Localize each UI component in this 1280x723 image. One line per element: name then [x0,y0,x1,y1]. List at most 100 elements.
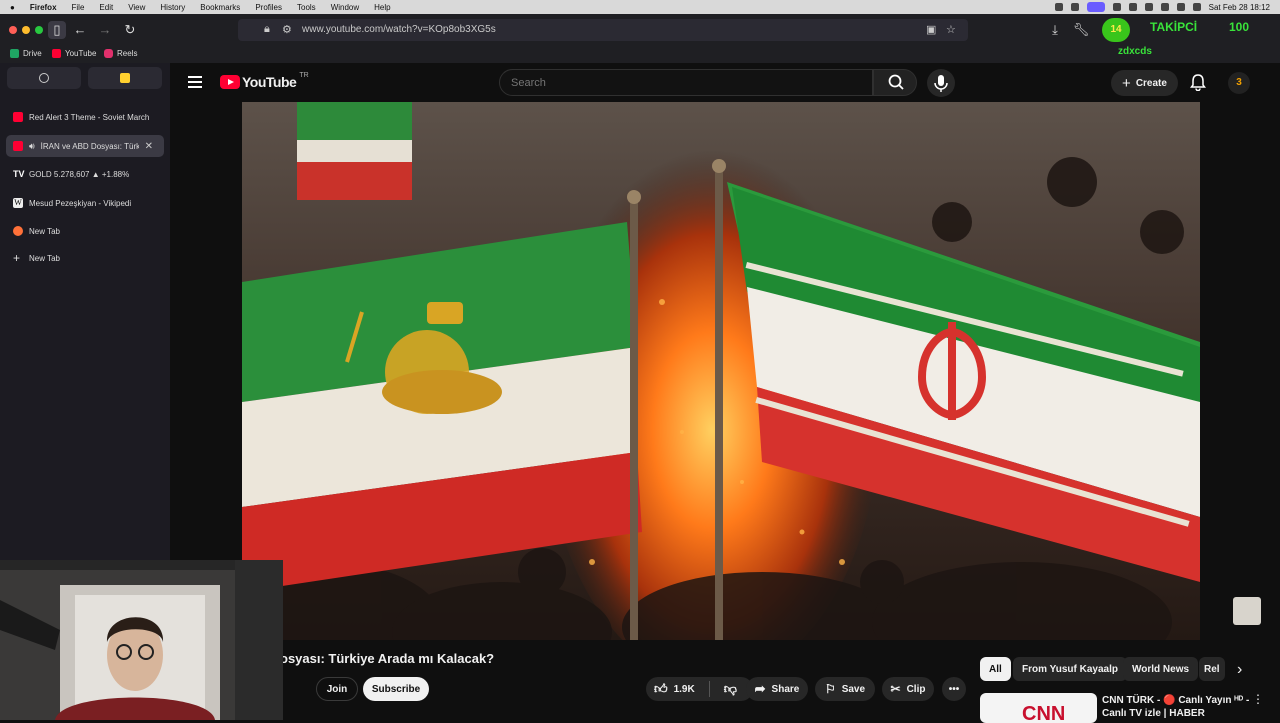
bookmark-label: YouTube [65,49,97,58]
recommendation-title[interactable]: CNN TÜRK - 🔴 Canlı Yayın ᴴᴰ - Canlı TV i… [1102,694,1252,720]
minimize-window-button[interactable] [22,26,30,34]
notifications-bell-icon[interactable] [1189,73,1207,91]
channel-corner-thumbnail[interactable] [1233,597,1261,625]
url-bar[interactable]: 🔒︎ ⚙ www.youtube.com/watch?v=KOp8ob3XG5s… [238,19,968,41]
menu-firefox[interactable]: Firefox [30,3,57,12]
chip-all[interactable]: All [980,657,1011,681]
vertical-tabs-sidebar: Red Alert 3 Theme - Soviet March 🔊︎ İRAN… [0,63,170,563]
close-window-button[interactable] [9,26,17,34]
save-button[interactable]: ⚐ Save [815,677,875,701]
tab-title: New Tab [29,253,60,263]
bookmark-star-icon[interactable]: ☆ [946,23,956,36]
menubar-clock[interactable]: Sat Feb 28 18:12 [1209,3,1270,12]
downloads-icon[interactable]: ⤓ [1046,21,1064,39]
menu-view[interactable]: View [128,3,145,12]
speaker-icon[interactable]: 🔊︎ [29,141,35,152]
menu-profiles[interactable]: Profiles [255,3,282,12]
share-arrow-icon: ➦ [754,681,766,696]
overlay-username: zdxcds [1118,46,1152,57]
status-icon[interactable] [1128,3,1137,11]
reload-icon[interactable]: ↻ [121,21,139,39]
voice-search-button[interactable] [927,69,955,97]
close-tab-icon[interactable]: ✕ [145,141,153,152]
bookmark-icon: ⚐ [824,682,836,696]
url-text[interactable]: www.youtube.com/watch?v=KOp8ob3XG5s [302,24,496,35]
sidebar-tab[interactable]: New Tab [6,220,164,242]
status-icon[interactable] [1112,3,1121,11]
status-icon[interactable] [1070,3,1079,11]
apple-menu-icon[interactable]: ● [10,3,15,12]
takipci-label: TAKİPCİ [1150,20,1198,34]
control-center-icon[interactable] [1192,3,1201,11]
video-player[interactable] [242,102,1200,640]
extension-badge[interactable]: 14 [1102,18,1130,42]
menu-history[interactable]: History [160,3,185,12]
bookmark-drive[interactable]: Drive [10,49,42,58]
chip-world-news[interactable]: World News [1123,657,1199,681]
menu-window[interactable]: Window [331,3,359,12]
join-button[interactable]: Join [316,677,358,701]
browser-toolbar: ▯ ← → ↻ ⛉ 🔒︎ ⚙ www.youtube.com/watch?v=K… [0,14,1280,46]
clip-button[interactable]: ✂ Clip [882,677,934,701]
search-icon [888,74,904,90]
tab-title: New Tab [29,226,60,236]
menu-file[interactable]: File [72,3,85,12]
thumbs-down-icon[interactable]: 👎︎ [724,681,737,697]
menu-edit[interactable]: Edit [99,3,113,12]
account-avatar[interactable]: 3 [1228,72,1250,94]
status-selected-icon[interactable] [1086,2,1105,12]
create-button[interactable]: + Create [1111,70,1178,96]
chevron-right-icon[interactable]: › [1237,661,1242,679]
menu-hamburger-icon[interactable] [188,76,202,88]
bookmark-label: Drive [23,49,42,58]
youtube-logo[interactable]: YouTube TR [220,72,309,90]
sidebar-tab[interactable]: Red Alert 3 Theme - Soviet March [6,106,164,128]
back-icon[interactable]: ← [71,21,89,39]
sidebar-tab[interactable]: TV GOLD 5.278,607 ▲ +1.88% [6,163,164,185]
sidebar-toggle-icon[interactable]: ▯ [48,21,66,39]
scissors-icon: ✂ [890,682,901,696]
sidebar-tab-active[interactable]: 🔊︎ İRAN ve ABD Dosyası: Türk ✕ [6,135,164,157]
share-button[interactable]: ➦ Share [746,677,808,701]
menu-bookmarks[interactable]: Bookmarks [200,3,240,12]
webcam-overlay [0,560,283,720]
status-icon[interactable] [1144,3,1153,11]
recommendation-thumbnail[interactable]: CNN [980,693,1097,723]
plus-icon: + [1122,74,1131,92]
picture-in-picture-icon[interactable]: ▣ [926,23,936,36]
lock-icon[interactable]: 🔒︎ [264,23,270,36]
video-frame-flags-image [242,102,1200,640]
recommendation-item[interactable]: CNN CNN TÜRK - 🔴 Canlı Yayın ᴴᴰ - Canlı … [980,690,1280,723]
search-box[interactable] [499,69,873,96]
status-icon[interactable] [1054,3,1063,11]
pinned-tab-chatgpt[interactable] [7,67,81,89]
more-vertical-icon[interactable]: ⋮ [1252,692,1264,706]
youtube-logo-text: YouTube [242,74,297,90]
search-button[interactable] [873,69,917,96]
chip-related[interactable]: Rel [1199,657,1225,681]
takipci-count: 100 [1229,20,1250,34]
macos-menubar: ● Firefox File Edit View History Bookmar… [0,0,1280,14]
menu-help[interactable]: Help [374,3,390,12]
more-actions-button[interactable]: ••• [942,677,966,701]
forward-icon[interactable]: → [96,21,114,39]
search-input[interactable] [511,77,851,89]
like-button[interactable]: 👍︎ 1.9K [654,681,695,697]
subscribe-label: Subscribe [371,683,421,695]
wifi-icon[interactable] [1160,3,1169,11]
subscribe-button[interactable]: Subscribe [363,677,429,701]
tradingview-favicon-icon: TV [13,169,25,179]
menu-tools[interactable]: Tools [297,3,316,12]
bookmark-label: Reels [117,49,138,58]
extensions-wrench-icon[interactable]: 🔧︎ [1072,21,1090,39]
microphone-icon [934,75,948,92]
site-permissions-icon[interactable]: ⚙ [282,23,292,36]
chip-from-channel[interactable]: From Yusuf Kayaalp [1013,657,1127,681]
search-icon[interactable] [1176,3,1185,11]
bookmark-youtube[interactable]: YouTube [52,49,96,58]
new-tab-button[interactable]: + New Tab [6,247,164,269]
sidebar-tab[interactable]: W Mesud Pezeşkiyan - Vikipedi [6,192,164,214]
zoom-window-button[interactable] [35,26,43,34]
bookmark-reels[interactable]: Reels [104,49,137,58]
pinned-tab-miro[interactable] [88,67,162,89]
